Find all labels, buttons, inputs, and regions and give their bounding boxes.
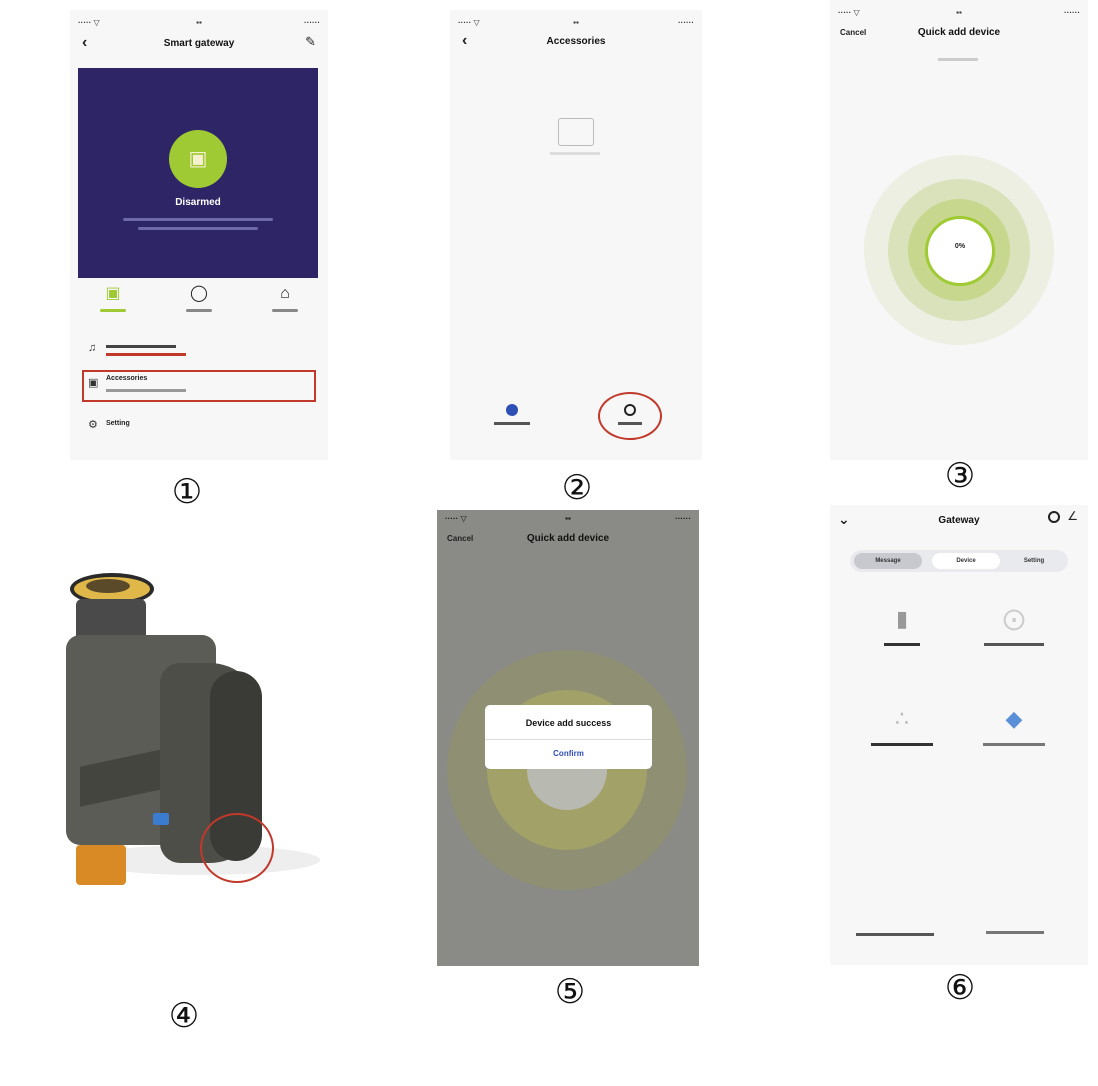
step-number-6: ⑥ bbox=[944, 969, 976, 1007]
device-added-screen: ····· ▽ ▪▪ ······ Cancel Quick add devic… bbox=[437, 510, 699, 966]
siren-icon: ∴ bbox=[895, 706, 909, 731]
page-title: Smart gateway bbox=[163, 38, 235, 49]
tab-setting[interactable]: Setting bbox=[1000, 553, 1068, 569]
step-number-5: ⑤ bbox=[554, 973, 586, 1011]
scan-add-button[interactable] bbox=[598, 392, 662, 440]
empty-box-icon bbox=[558, 118, 594, 146]
mode-arm[interactable]: ◯ bbox=[174, 285, 224, 312]
lock-icon: ▣ bbox=[188, 148, 208, 170]
edit-icon[interactable]: ∠ bbox=[1067, 509, 1078, 523]
status-bar: ····· ▽ ▪▪ ······ bbox=[78, 18, 320, 27]
brand-logo bbox=[153, 813, 169, 825]
page-title: Quick add device bbox=[526, 533, 610, 544]
valve-icon: ◆ bbox=[1005, 706, 1023, 731]
home-icon: ⌂ bbox=[280, 285, 290, 302]
progress-circle: 0% bbox=[925, 216, 995, 286]
tab-message[interactable]: Message bbox=[854, 553, 922, 569]
add-sub-device-button[interactable] bbox=[490, 404, 534, 425]
shield-icon: ◯ bbox=[190, 285, 208, 302]
pairing-button-icon bbox=[200, 813, 274, 883]
water-timer-image bbox=[40, 545, 340, 925]
mode-home[interactable]: ⌂ bbox=[260, 285, 310, 312]
status-bar: ····· ▽ ▪▪ ······ bbox=[838, 8, 1080, 17]
security-status-label: Disarmed bbox=[175, 197, 221, 208]
sensor-icon: ▮ bbox=[895, 606, 909, 631]
search-icon[interactable] bbox=[1048, 511, 1060, 523]
gateway-tabs: Message Device Setting bbox=[850, 550, 1068, 572]
device-tile[interactable]: ◆ bbox=[964, 705, 1064, 748]
quick-add-device-screen: ····· ▽ ▪▪ ······ Cancel Quick add devic… bbox=[830, 0, 1088, 460]
timer-icon: ⨀ bbox=[1003, 606, 1025, 631]
accessories-screen: ····· ▽ ▪▪ ······ ‹ Accessories bbox=[450, 10, 702, 460]
device-tile[interactable]: ∴ bbox=[852, 705, 952, 748]
search-icon bbox=[624, 404, 636, 416]
menu-item-setting[interactable]: ⚙ Setting bbox=[84, 414, 314, 440]
outlet-connector bbox=[76, 845, 126, 885]
status-bar: ····· ▽ ▪▪ ······ bbox=[458, 18, 694, 27]
device-tile[interactable]: ▮ bbox=[852, 605, 952, 648]
lock-open-icon: ▣ bbox=[105, 285, 121, 302]
status-description bbox=[138, 227, 258, 230]
page-title: Quick add device bbox=[917, 27, 1001, 38]
pencil-icon[interactable]: ✎ bbox=[305, 34, 316, 50]
status-bar: ····· ▽ ▪▪ ······ bbox=[445, 514, 691, 523]
bell-icon: ♫ bbox=[88, 342, 97, 354]
progress-label: 0% bbox=[954, 243, 966, 250]
step-number-2: ② bbox=[561, 469, 593, 507]
step-number-4: ④ bbox=[168, 997, 200, 1035]
security-status-card: ▣ Disarmed bbox=[78, 68, 318, 278]
arm-toggle-button[interactable]: ▣ bbox=[169, 130, 227, 188]
tab-device[interactable]: Device bbox=[932, 553, 1000, 569]
menu-item-accessories[interactable]: ▣ Accessories bbox=[82, 370, 316, 402]
page-title: Accessories bbox=[546, 36, 606, 47]
step-number-3: ③ bbox=[944, 457, 976, 495]
dialog-title: Device add success bbox=[525, 718, 612, 728]
menu-item-message[interactable]: ♫ bbox=[84, 338, 314, 364]
success-dialog: Device add success Confirm bbox=[485, 705, 652, 769]
gateway-devices-screen: ⌄ Gateway ∠ Message Device Setting ▮ ⨀ ∴… bbox=[830, 505, 1088, 965]
mode-disarm[interactable]: ▣ bbox=[88, 285, 138, 312]
confirm-button[interactable]: Confirm bbox=[485, 749, 652, 758]
step-number-1: ① bbox=[171, 473, 203, 511]
add-new-device-button[interactable] bbox=[856, 933, 934, 936]
empty-state-text bbox=[550, 152, 600, 155]
smart-gateway-screen: ····· ▽ ▪▪ ······ ‹ Smart gateway ✎ ▣ Di… bbox=[70, 10, 328, 460]
device-tile[interactable]: ⨀ bbox=[964, 605, 1064, 648]
accessories-icon: ▣ bbox=[88, 377, 99, 389]
status-description bbox=[123, 218, 273, 221]
mode-selector: ▣ ◯ ⌂ bbox=[80, 285, 318, 325]
gear-icon: ⚙ bbox=[88, 419, 98, 431]
gear-icon[interactable] bbox=[986, 931, 1044, 934]
plus-circle-icon bbox=[506, 404, 518, 416]
